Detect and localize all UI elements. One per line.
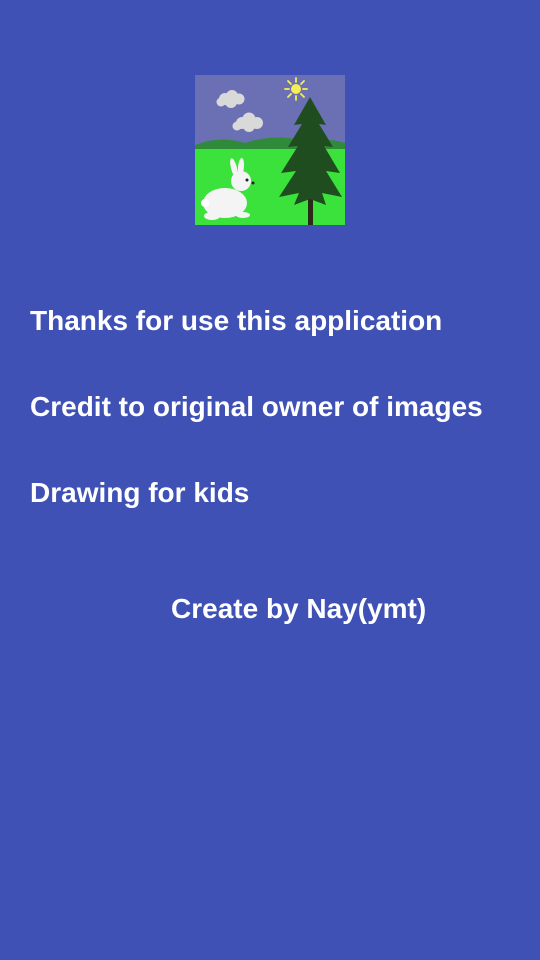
drawing-image — [195, 75, 345, 225]
thanks-text: Thanks for use this application — [30, 305, 443, 336]
about-screen: { "about": { "image_description": "drawi… — [0, 0, 540, 960]
creator-text: Create by Nay(ymt) — [171, 593, 427, 624]
credit-text: Credit to original owner of images — [30, 391, 483, 422]
landscape-illustration — [195, 75, 345, 225]
sun-icon — [284, 77, 308, 101]
app-name-text: Drawing for kids — [30, 477, 250, 508]
